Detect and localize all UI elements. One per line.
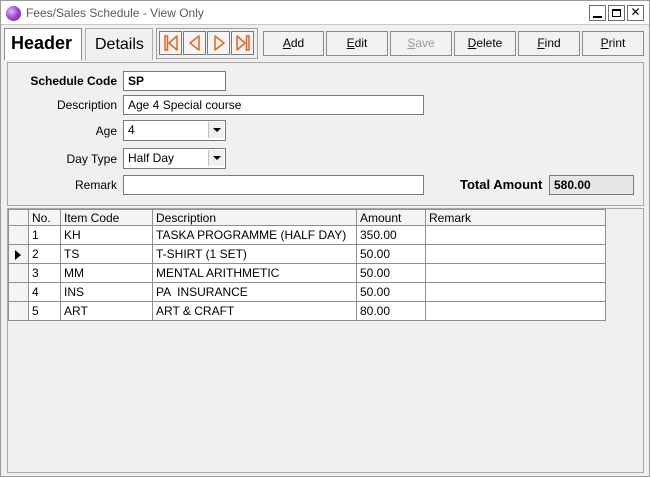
grid-header-row: No. Item Code Description Amount Remark [8,209,606,226]
add-button[interactable]: Add [263,31,324,56]
cell-remark[interactable] [425,263,606,283]
last-record-icon [236,35,250,51]
table-row[interactable]: 1 KH TASKA PROGRAMME (HALF DAY) 350.00 [8,225,606,245]
close-button[interactable]: ✕ [627,5,644,21]
fees-sales-schedule-window: Fees/Sales Schedule - View Only ✕ Header… [0,0,650,477]
row-indicator[interactable] [8,282,29,302]
cell-no[interactable]: 2 [28,244,61,264]
column-header-item-code[interactable]: Item Code [60,209,153,226]
cell-description[interactable]: PA INSURANCE [152,282,357,302]
print-button-accel: P [600,36,609,50]
chevron-down-icon[interactable] [208,150,224,166]
table-row[interactable]: 2 TS T-SHIRT (1 SET) 50.00 [8,244,606,264]
schedule-code-label: Schedule Code [30,74,117,88]
add-button-label: dd [290,36,305,50]
edit-button[interactable]: Edit [326,31,388,56]
tab-header[interactable]: Header [4,28,82,60]
cell-amount[interactable]: 50.00 [356,244,426,264]
cell-item-code[interactable]: KH [60,225,153,245]
find-button-accel: F [537,36,545,50]
find-button[interactable]: Find [518,31,580,56]
column-header-amount[interactable]: Amount [356,209,426,226]
items-grid[interactable]: No. Item Code Description Amount Remark … [8,209,606,321]
cell-no[interactable]: 1 [28,225,61,245]
next-record-button[interactable] [207,31,230,55]
row-indicator[interactable] [8,244,29,264]
day-type-label: Day Type [66,152,117,166]
cell-remark[interactable] [425,244,606,264]
age-label: Age [95,124,117,138]
column-header-no[interactable]: No. [28,209,61,226]
add-button-accel: A [282,36,291,50]
save-button[interactable]: Save [390,31,452,56]
delete-button[interactable]: Delete [454,31,516,56]
edit-button-accel: E [346,36,355,50]
maximize-button[interactable] [608,5,625,21]
tab-details[interactable]: Details [85,28,153,60]
last-record-button[interactable] [231,31,254,55]
first-record-button[interactable] [159,31,182,55]
row-indicator[interactable] [8,301,29,321]
row-indicator[interactable] [8,263,29,283]
column-header-description[interactable]: Description [152,209,357,226]
cell-item-code[interactable]: TS [60,244,153,264]
cell-item-code[interactable]: ART [60,301,153,321]
cell-amount[interactable]: 80.00 [356,301,426,321]
table-row[interactable]: 5 ART ART & CRAFT 80.00 [8,301,606,321]
cell-amount[interactable]: 50.00 [356,263,426,283]
table-row[interactable]: 4 INS PA INSURANCE 50.00 [8,282,606,302]
cell-description[interactable]: T-SHIRT (1 SET) [152,244,357,264]
title-bar: Fees/Sales Schedule - View Only ✕ [1,1,649,25]
age-combo[interactable]: 4 [123,120,226,141]
row-indicator-header [8,209,29,226]
column-header-remark[interactable]: Remark [425,209,606,226]
cell-remark[interactable] [425,225,606,245]
schedule-code-field[interactable]: SP [123,71,226,91]
cell-description[interactable]: ART & CRAFT [152,301,357,321]
cell-item-code[interactable]: MM [60,263,153,283]
maximize-icon [612,9,621,17]
previous-record-icon [189,35,200,51]
table-row[interactable]: 3 MM MENTAL ARITHMETIC 50.00 [8,263,606,283]
next-record-icon [214,35,225,51]
find-button-label: ind [544,36,561,50]
description-field[interactable]: Age 4 Special course [123,95,424,115]
cell-no[interactable]: 4 [28,282,61,302]
cell-item-code[interactable]: INS [60,282,153,302]
previous-record-button[interactable] [183,31,206,55]
app-orb-icon [6,6,21,21]
print-button-label: rint [608,36,626,50]
minimize-button[interactable] [589,5,606,21]
cell-amount[interactable]: 350.00 [356,225,426,245]
total-amount-field: 580.00 [549,175,634,195]
age-value: 4 [128,123,135,137]
minimize-icon [593,16,602,18]
current-row-pointer-icon [15,250,21,260]
print-button[interactable]: Print [582,31,644,56]
cell-description[interactable]: MENTAL ARITHMETIC [152,263,357,283]
cell-amount[interactable]: 50.00 [356,282,426,302]
delete-button-accel: D [467,36,477,50]
row-indicator[interactable] [8,225,29,245]
edit-button-label: dit [354,36,368,50]
cell-no[interactable]: 3 [28,263,61,283]
cell-description[interactable]: TASKA PROGRAMME (HALF DAY) [152,225,357,245]
day-type-value: Half Day [128,151,175,165]
cell-remark[interactable] [425,301,606,321]
total-amount-label: Total Amount [460,177,543,192]
save-button-label: ave [415,36,435,50]
cell-remark[interactable] [425,282,606,302]
day-type-combo[interactable]: Half Day [123,148,226,169]
remark-field[interactable] [123,175,424,195]
first-record-icon [164,35,178,51]
chevron-down-icon[interactable] [208,122,224,138]
delete-button-label: elete [476,36,503,50]
window-title: Fees/Sales Schedule - View Only [26,6,204,20]
close-icon: ✕ [630,5,641,19]
cell-no[interactable]: 5 [28,301,61,321]
description-label: Description [56,98,117,112]
remark-label: Remark [74,178,117,192]
